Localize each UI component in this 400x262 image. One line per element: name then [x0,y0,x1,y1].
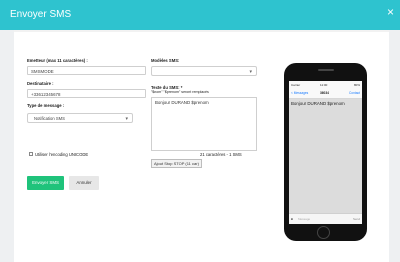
send-label: Send [352,217,360,221]
status-time: 11:00 [320,83,328,87]
sender-input[interactable]: SMSMODE [27,66,146,75]
chevron-down-icon: ▾ [249,69,252,75]
sms-text-value: Bonjour DURAND $prenom [155,100,209,105]
send-sms-button[interactable]: Envoyer SMS [27,176,64,190]
sender-label: Emetteur (max 11 caractères) : [27,58,88,63]
unicode-checkbox[interactable] [29,152,33,156]
templates-select[interactable]: ▾ [151,66,257,76]
camera-icon: ◙ [291,217,293,221]
unicode-label: Utiliser l'encoding UNICODE [35,152,89,157]
char-counter: 21 caractères - 1 SMS [200,152,242,157]
modal-title: Envoyer SMS [10,9,72,20]
phone-speaker [318,69,334,71]
divider [14,30,389,32]
status-battery: 80% [353,83,360,87]
message-type-label: Type de message : [27,103,65,108]
recipient-input[interactable]: +33612345678 [27,89,146,98]
templates-label: Modèles SMS: [151,58,180,63]
message-type-value: Notification SMS [34,116,65,121]
phone-screen: Carrier 11:00 80% < Messages 36034 Conta… [289,81,362,224]
chevron-down-icon: ▾ [125,116,128,122]
status-carrier: Carrier [291,83,301,87]
phone-status-bar: Carrier 11:00 80% [289,81,362,88]
message-placeholder: Message [298,217,311,221]
phone-input-bar: ◙ Message Send [289,213,362,224]
back-link: < Messages [291,91,309,95]
contact-link: Contact [349,91,360,95]
home-button-icon [317,226,330,239]
modal-header: Envoyer SMS × [0,0,400,30]
phone-number: 36034 [320,91,329,95]
add-stop-button[interactable]: Ajout Stop STOP (11 car) [151,159,202,168]
sms-text-hint: "$nom" "$prenom" seront remplacés [151,90,209,94]
recipient-label: Destinataire : [27,81,54,86]
phone-nav-bar: < Messages 36034 Contact [289,88,362,99]
close-icon[interactable]: × [387,6,394,18]
message-type-select[interactable]: Notification SMS ▾ [27,113,133,123]
sms-textarea[interactable]: Bonjour DURAND $prenom [151,97,257,151]
preview-message: Bonjour DURAND $prenom [291,101,345,106]
phone-preview: Carrier 11:00 80% < Messages 36034 Conta… [284,63,367,241]
cancel-button[interactable]: Annuler [69,176,99,190]
